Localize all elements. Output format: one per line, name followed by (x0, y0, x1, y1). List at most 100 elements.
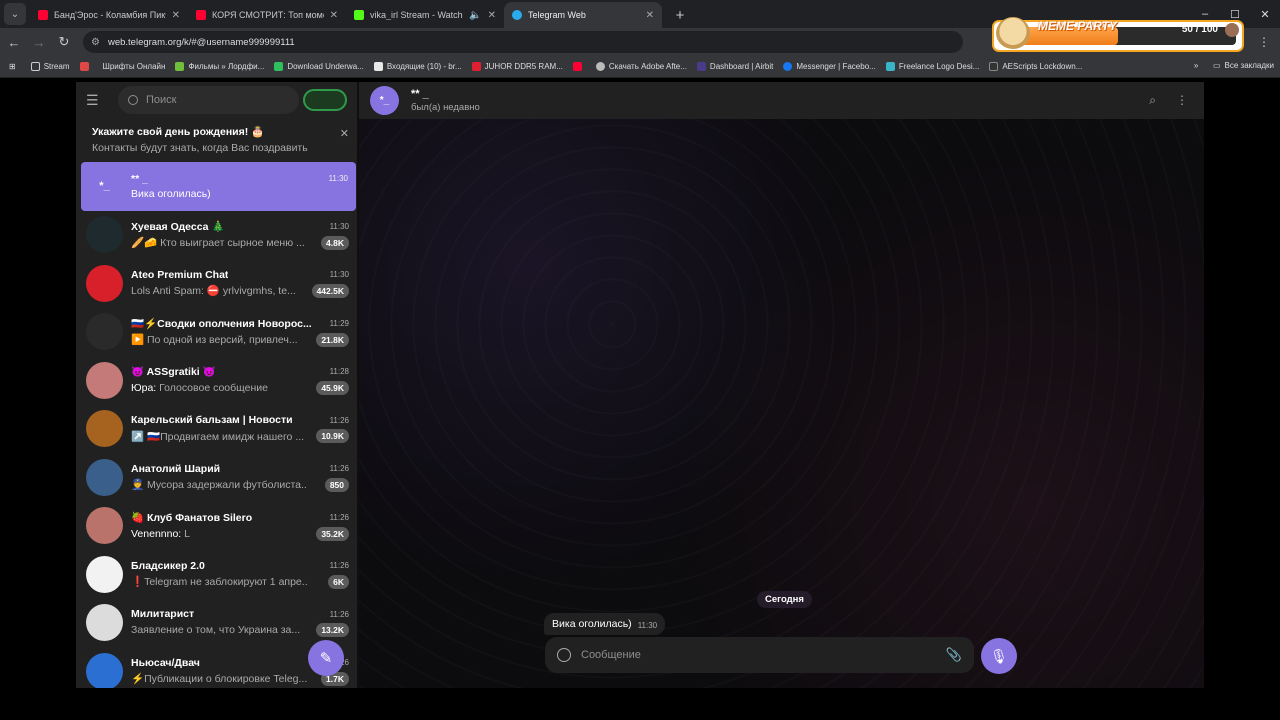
bookmark-item[interactable]: Фильмы » Лордфи... (170, 62, 269, 71)
tab-search-button[interactable]: ⌄ (4, 3, 26, 25)
youtube-icon (38, 10, 48, 20)
chat-status: был(а) недавно (411, 102, 480, 113)
browser-tab[interactable]: vika_irl Stream - Watch Live 🔈 ✕ (346, 2, 504, 28)
menu-icon[interactable]: ☰ (86, 92, 104, 109)
bookmark-item[interactable]: Stream (26, 62, 75, 71)
chat-preview-text: Заявление о том, что Украина за... (131, 624, 301, 637)
bookmark-item[interactable]: AEScripts Lockdown... (984, 62, 1087, 71)
bookmark-label: Входящие (10) - br... (386, 62, 462, 71)
unread-badge: 10.9K (316, 429, 349, 444)
chat-time: 11:29 (329, 318, 349, 328)
bookmark-item[interactable] (568, 62, 591, 71)
chat-name: Карельский бальзам | Новости (131, 414, 293, 427)
browser-tab[interactable]: Банд'Эрос - Коламбия Пикчерз ✕ (30, 2, 188, 28)
avatar[interactable]: *_ (370, 86, 399, 115)
birthday-banner[interactable]: Укажите свой день рождения! 🎂 Контакты б… (76, 118, 357, 162)
unread-badge: 442.5K (311, 283, 349, 298)
search-icon[interactable]: ⌕ (1149, 93, 1156, 108)
chat-list-item[interactable]: Милитарист 11:26 Заявление о том, что Укра… (76, 599, 357, 648)
chat-list-item[interactable]: Хуевая Одесса 🎄 11:30 🥖🧀 Кто выиграет сырн… (76, 211, 357, 260)
bookmark-label: Stream (43, 62, 70, 71)
tab-title: КОРЯ СМОТРИТ: Топ моменты (212, 10, 324, 20)
chat-preview: Заявление о том, что Украина за... (131, 624, 300, 636)
chat-preview: ↗️ 🇷🇺Продвигаем имидж нашего ... (131, 430, 304, 443)
chat-list-item[interactable]: Бладсикер 2.0 11:26 ❗Telegram не заблокиру… (76, 550, 357, 599)
chat-preview: ▶️ По одной из версий, привлеч... (131, 333, 298, 346)
bookmark-item[interactable]: Шрифты Онлайн (98, 62, 171, 71)
bookmark-item[interactable] (75, 62, 98, 71)
chat-list-item[interactable]: 😈 ASSgratiki 😈 11:28 Юра: Голосовое сообще… (76, 356, 357, 405)
close-tab-icon[interactable]: ✕ (172, 10, 180, 21)
chat-list: *_ ** _ 11:30 Вика оголилась) Хуевая Одесса … (76, 162, 357, 688)
bookmark-item[interactable]: Download Underwa... (269, 62, 368, 71)
chat-list-item[interactable]: Ateo Premium Chat 11:30 Lols Anti Spam: ⛔ … (76, 259, 357, 308)
close-window-icon[interactable]: ✕ (1250, 0, 1280, 28)
chat-time: 11:30 (329, 270, 349, 280)
story-logo[interactable] (303, 89, 347, 111)
mute-tab-icon[interactable]: 🔈 (469, 10, 481, 21)
address-bar[interactable]: ⚙ web.telegram.org/k/#@username999999111 (83, 31, 963, 53)
pencil-icon: ✎ (319, 650, 333, 667)
browser-menu-icon[interactable]: ⋮ (1258, 35, 1270, 49)
chat-panel: *_ ** _ был(а) недавно ⌕ ⋮ Сегодня Вика … (359, 82, 1204, 688)
message-input[interactable]: Сообщение 📎 (545, 637, 974, 673)
message-time: 11:30 (637, 621, 658, 630)
message-bubble[interactable]: Вика оголилась) 11:30 (544, 613, 666, 635)
folder-icon (30, 62, 40, 71)
chat-name: ** _ (131, 172, 148, 185)
avatar (86, 604, 123, 642)
chat-name: 😈 ASSgratiki 😈 (131, 366, 216, 379)
chat-list-item[interactable]: Карельский бальзам | Новости 11:26 ↗️ 🇷🇺Пр… (76, 405, 357, 454)
bookmark-favicon (696, 62, 706, 71)
close-tab-icon[interactable]: ✕ (488, 10, 496, 21)
bookmark-item[interactable]: Freelance Logo Desi... (881, 62, 985, 71)
meme-title: MEME PARTY (1038, 19, 1117, 33)
chat-time: 11:30 (328, 174, 348, 184)
bookmark-item[interactable]: Dashboard | Airbit (692, 62, 778, 71)
new-tab-button[interactable]: + (670, 5, 690, 25)
search-icon (128, 95, 138, 105)
chat-list-sidebar: ☰ Поиск Укажите свой день рождения! 🎂 Ко… (76, 82, 357, 688)
more-icon[interactable]: ⋮ (1176, 93, 1188, 108)
bookmark-item[interactable]: Входящие (10) - br... (369, 62, 467, 71)
unread-badge: 13.2K (316, 623, 349, 638)
bookmark-favicon (595, 62, 605, 71)
bookmark-item[interactable]: Скачать Adobe Afte... (591, 62, 692, 71)
chat-list-item[interactable]: 🇷🇺⚡Сводки ополчения Новорос... 11:29 ▶️ По… (76, 308, 357, 357)
chat-header[interactable]: *_ ** _ был(а) недавно ⌕ ⋮ (359, 82, 1204, 119)
voice-record-button[interactable]: 🎙 (981, 638, 1017, 674)
facebook-icon (783, 62, 793, 71)
youtube-icon (196, 10, 206, 20)
chat-sender: Venennno: (131, 527, 182, 540)
search-input[interactable]: Поиск (118, 86, 299, 114)
doge-icon (996, 17, 1030, 49)
close-tab-icon[interactable]: ✕ (646, 10, 654, 21)
close-icon[interactable]: ✕ (340, 126, 349, 142)
back-icon[interactable]: ← (3, 31, 25, 53)
browser-tab-active[interactable]: Telegram Web ✕ (504, 2, 662, 28)
chat-list-item[interactable]: Анатолий Шарий 11:26 👮 Мусора задержали фу… (76, 453, 357, 502)
search-placeholder: Поиск (146, 94, 177, 106)
bookmark-item[interactable]: Messenger | Facebo... (778, 62, 880, 71)
close-tab-icon[interactable]: ✕ (330, 10, 338, 21)
youtube-icon (572, 62, 582, 71)
chat-preview-text: L (184, 527, 190, 540)
site-info-icon[interactable]: ⚙ (91, 37, 100, 48)
all-bookmarks-button[interactable]: » ▭ Все закладки (1194, 61, 1274, 70)
emoji-icon[interactable] (557, 648, 571, 662)
reload-icon[interactable]: ↻ (53, 31, 75, 53)
chat-preview-text: Вика оголилась) (131, 187, 211, 200)
bookmark-item[interactable]: JUHOR DDR5 RAM... (467, 62, 568, 71)
avatar (86, 652, 123, 688)
forward-icon[interactable]: → (28, 31, 50, 53)
telegram-app: ☰ Поиск Укажите свой день рождения! 🎂 Ко… (76, 82, 1204, 688)
chat-list-item[interactable]: *_ ** _ 11:30 Вика оголилась) (81, 162, 356, 211)
sidebar-header: ☰ Поиск (76, 82, 357, 118)
apps-icon[interactable]: ⊞ (0, 62, 26, 71)
chat-name: Милитарист (131, 608, 195, 621)
browser-tab[interactable]: КОРЯ СМОТРИТ: Топ моменты ✕ (188, 2, 346, 28)
compose-button[interactable]: ✎ (308, 640, 344, 676)
attach-icon[interactable]: 📎 (946, 647, 962, 663)
avatar (86, 313, 123, 351)
chat-list-item[interactable]: 🍓 Клуб Фанатов Silero 11:26 Venennno: L 35.… (76, 502, 357, 551)
